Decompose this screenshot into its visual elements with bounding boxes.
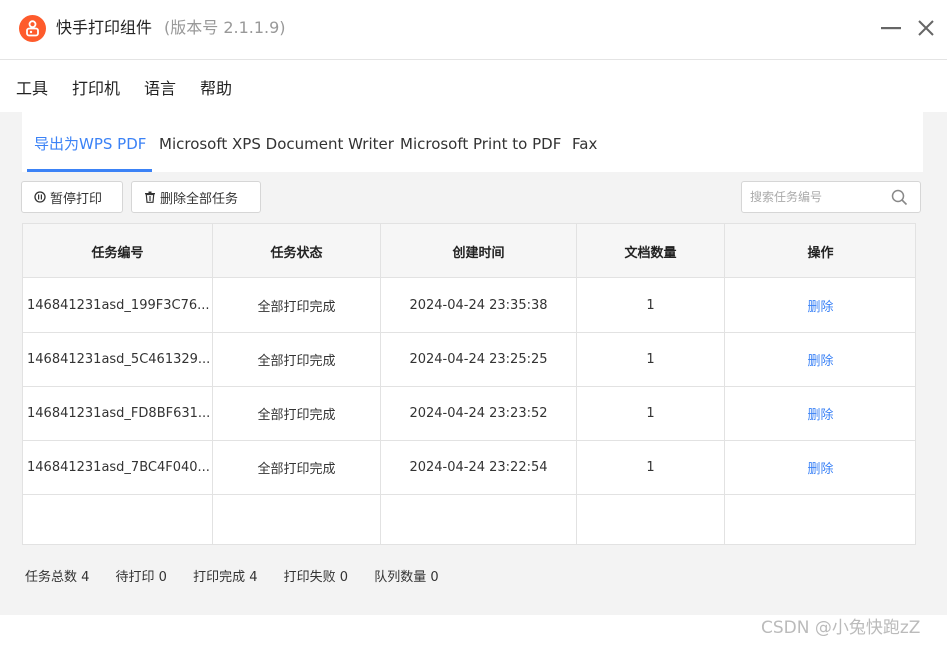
delete-task-link[interactable]: 删除 (807, 404, 833, 423)
menu-language[interactable]: 语言 (144, 79, 176, 99)
table-row-2-action: 删除 (725, 333, 915, 386)
column-header-task-id: 任务编号 (91, 245, 144, 261)
queue-count: 队列数量 0 (374, 570, 439, 585)
delete-task-link[interactable]: 删除 (807, 296, 833, 315)
table-row-2-created: 2024-04-24 23:25:25 (409, 352, 548, 367)
table-row-3-status: 全部打印完成 (257, 408, 336, 423)
tab-xps-writer[interactable]: Microsoft XPS Document Writer (159, 134, 394, 154)
menu-tools[interactable]: 工具 (16, 79, 48, 99)
row-divider (23, 494, 915, 495)
minimize-button[interactable] (879, 16, 903, 40)
column-header-created: 创建时间 (452, 245, 505, 261)
printer-tabs: 导出为WPS PDF Microsoft XPS Document Writer… (22, 112, 923, 172)
total-tasks-count: 任务总数 4 (25, 570, 90, 585)
title-bar: 快手打印组件 (版本号 2.1.1.9) (0, 0, 947, 60)
pause-print-button[interactable]: 暂停打印 (21, 181, 123, 213)
table-row-3-created: 2024-04-24 23:23:52 (409, 406, 548, 421)
delete-all-tasks-button[interactable]: 删除全部任务 (131, 181, 261, 213)
tab-fax[interactable]: Fax (572, 134, 597, 154)
table-row-1-action: 删除 (725, 279, 915, 332)
pending-tasks-count: 待打印 0 (115, 570, 167, 585)
table-row-2-task-id: 146841231asd_5C461329... (27, 352, 211, 367)
minimize-icon (881, 27, 901, 30)
task-summary-bar: 任务总数 4 待打印 0 打印完成 4 打印失败 0 队列数量 0 (25, 568, 461, 588)
table-row-4-status: 全部打印完成 (257, 462, 336, 477)
tab-print-to-pdf[interactable]: Microsoft Print to PDF (400, 134, 561, 154)
column-header-doc-count: 文档数量 (624, 245, 677, 261)
task-table: 任务编号 任务状态 创建时间 文档数量 操作 146841231asd_199F… (22, 223, 916, 545)
table-row-3-action: 删除 (725, 387, 915, 440)
close-button[interactable] (914, 16, 938, 40)
table-row-4-action: 删除 (725, 441, 915, 494)
close-icon (918, 20, 934, 36)
delete-task-link[interactable]: 删除 (807, 350, 833, 369)
pause-print-label: 暂停打印 (50, 191, 103, 207)
app-version: (版本号 2.1.1.9) (164, 18, 286, 37)
main-content: 导出为WPS PDF Microsoft XPS Document Writer… (0, 112, 947, 615)
table-row-1-status: 全部打印完成 (257, 300, 336, 315)
delete-all-label: 删除全部任务 (160, 191, 239, 207)
tab-wps-pdf[interactable]: 导出为WPS PDF (34, 134, 146, 154)
menu-bar: 工具 打印机 语言 帮助 (0, 61, 947, 112)
completed-tasks-count: 打印完成 4 (193, 570, 258, 585)
menu-printer[interactable]: 打印机 (72, 79, 120, 99)
table-row-4-doc-count: 1 (646, 460, 655, 475)
failed-tasks-count: 打印失败 0 (283, 570, 349, 585)
trash-icon (145, 191, 155, 203)
task-search-box (741, 181, 921, 213)
pause-icon (34, 191, 46, 203)
delete-task-link[interactable]: 删除 (807, 458, 833, 477)
app-logo-icon (19, 15, 46, 42)
column-header-action: 操作 (807, 245, 834, 261)
active-tab-indicator (27, 169, 152, 172)
table-row-3-task-id: 146841231asd_FD8BF631... (27, 406, 211, 421)
column-header-status: 任务状态 (270, 245, 323, 261)
task-search-input[interactable] (742, 182, 887, 212)
table-row-1-created: 2024-04-24 23:35:38 (409, 298, 548, 313)
search-icon[interactable] (891, 189, 908, 206)
table-row-2-doc-count: 1 (646, 352, 655, 367)
table-row-4-created: 2024-04-24 23:22:54 (409, 460, 548, 475)
table-row-3-doc-count: 1 (646, 406, 655, 421)
table-row-1-task-id: 146841231asd_199F3C76... (27, 298, 210, 313)
table-row-2-status: 全部打印完成 (257, 354, 336, 369)
table-row-4-task-id: 146841231asd_7BC4F040... (27, 460, 210, 475)
menu-help[interactable]: 帮助 (200, 79, 232, 99)
watermark: CSDN @小兔快跑zZ (761, 618, 921, 638)
table-row-1-doc-count: 1 (646, 298, 655, 313)
app-title: 快手打印组件 (56, 18, 153, 37)
